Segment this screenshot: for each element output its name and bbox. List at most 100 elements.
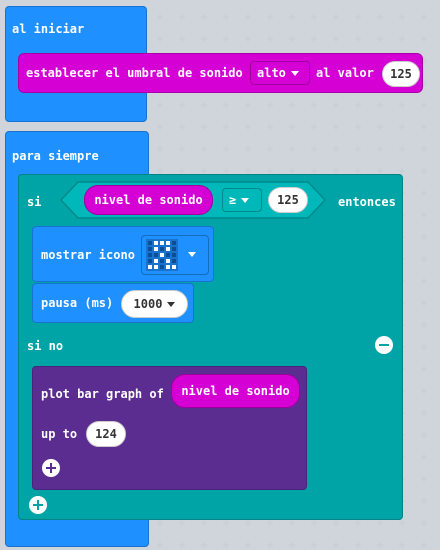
grid-mark — [421, 278, 427, 284]
grid-mark — [399, 146, 405, 152]
led-pixel — [148, 253, 152, 257]
grid-mark — [245, 102, 251, 108]
grid-mark — [421, 256, 427, 262]
forever-label: para siempre — [12, 149, 99, 163]
remove-else-icon[interactable] — [375, 336, 393, 354]
pause-value-dropdown[interactable]: 1000 — [121, 290, 188, 318]
grid-mark — [377, 542, 383, 548]
grid-mark — [267, 520, 273, 526]
led-pixel — [148, 241, 152, 245]
grid-mark — [223, 542, 229, 548]
grid-mark — [421, 300, 427, 306]
grid-mark — [267, 124, 273, 130]
compare-value-input[interactable]: 125 — [268, 187, 308, 213]
led-pixel — [160, 259, 164, 263]
grid-mark — [355, 102, 361, 108]
up-to-label: up to — [41, 427, 78, 441]
grid-mark — [157, 102, 163, 108]
operator-dropdown[interactable]: ≥ — [222, 188, 262, 212]
grid-mark — [223, 520, 229, 526]
grid-mark — [201, 36, 207, 42]
threshold-dropdown[interactable]: alto — [250, 61, 310, 85]
grid-mark — [421, 454, 427, 460]
grid-mark — [377, 124, 383, 130]
plot-sound-level-reporter[interactable]: nivel de sonido — [171, 374, 300, 408]
grid-mark — [355, 542, 361, 548]
led-pixel — [148, 247, 152, 251]
threshold-option: alto — [257, 66, 286, 80]
grid-mark — [157, 542, 163, 548]
grid-mark — [421, 344, 427, 350]
grid-mark — [289, 146, 295, 152]
grid-mark — [421, 366, 427, 372]
icon-dropdown[interactable] — [141, 235, 209, 275]
grid-mark — [179, 14, 185, 20]
else-label: si no — [27, 339, 64, 353]
grid-mark — [421, 124, 427, 130]
grid-mark — [245, 542, 251, 548]
led-pixel — [154, 247, 158, 251]
grid-mark — [311, 102, 317, 108]
grid-mark — [311, 146, 317, 152]
led-pixel — [172, 265, 176, 269]
sound-level-reporter[interactable]: nivel de sonido — [84, 185, 213, 215]
grid-mark — [421, 14, 427, 20]
grid-mark — [201, 102, 207, 108]
pause-block[interactable]: pausa (ms) 1000 — [32, 283, 194, 323]
show-icon-block[interactable]: mostrar icono — [32, 226, 214, 282]
on-start-label: al iniciar — [12, 22, 85, 36]
grid-mark — [333, 146, 339, 152]
grid-mark — [311, 36, 317, 42]
grid-mark — [333, 14, 339, 20]
grid-mark — [201, 520, 207, 526]
grid-mark — [399, 36, 405, 42]
led-pixel — [148, 265, 152, 269]
grid-mark — [157, 36, 163, 42]
grid-mark — [289, 102, 295, 108]
grid-mark — [421, 388, 427, 394]
grid-mark — [245, 14, 251, 20]
grid-mark — [421, 234, 427, 240]
grid-mark — [267, 36, 273, 42]
threshold-value-input[interactable]: 125 — [382, 61, 420, 87]
grid-mark — [179, 542, 185, 548]
grid-mark — [421, 542, 427, 548]
led-pixel — [160, 241, 164, 245]
set-sound-threshold-block[interactable]: establecer el umbral de sonido alto al v… — [18, 53, 423, 93]
grid-mark — [245, 36, 251, 42]
grid-mark — [223, 124, 229, 130]
grid-mark — [223, 14, 229, 20]
grid-mark — [377, 36, 383, 42]
pause-label: pausa (ms) — [41, 296, 114, 310]
grid-mark — [179, 36, 185, 42]
grid-mark — [289, 124, 295, 130]
grid-mark — [179, 146, 185, 152]
add-else-if-icon[interactable] — [29, 496, 47, 514]
led-pixel — [160, 265, 164, 269]
add-argument-icon[interactable] — [42, 459, 60, 477]
grid-mark — [355, 36, 361, 42]
led-pixel — [154, 259, 158, 263]
led-pixel — [166, 241, 170, 245]
led-pixel — [160, 247, 164, 251]
grid-mark — [399, 168, 405, 174]
grid-mark — [399, 542, 405, 548]
grid-mark — [289, 520, 295, 526]
grid-mark — [355, 146, 361, 152]
dropdown-caret-icon — [167, 302, 176, 307]
grid-mark — [179, 124, 185, 130]
grid-mark — [157, 520, 163, 526]
grid-mark — [355, 520, 361, 526]
grid-mark — [421, 212, 427, 218]
grid-mark — [421, 498, 427, 504]
led-pixel — [166, 259, 170, 263]
grid-mark — [377, 146, 383, 152]
grid-mark — [311, 542, 317, 548]
grid-mark — [157, 14, 163, 20]
up-to-value-input[interactable]: 124 — [86, 421, 126, 447]
grid-mark — [399, 124, 405, 130]
grid-mark — [267, 14, 273, 20]
grid-mark — [333, 102, 339, 108]
led-pixel — [154, 253, 158, 257]
led-pixel — [154, 241, 158, 245]
